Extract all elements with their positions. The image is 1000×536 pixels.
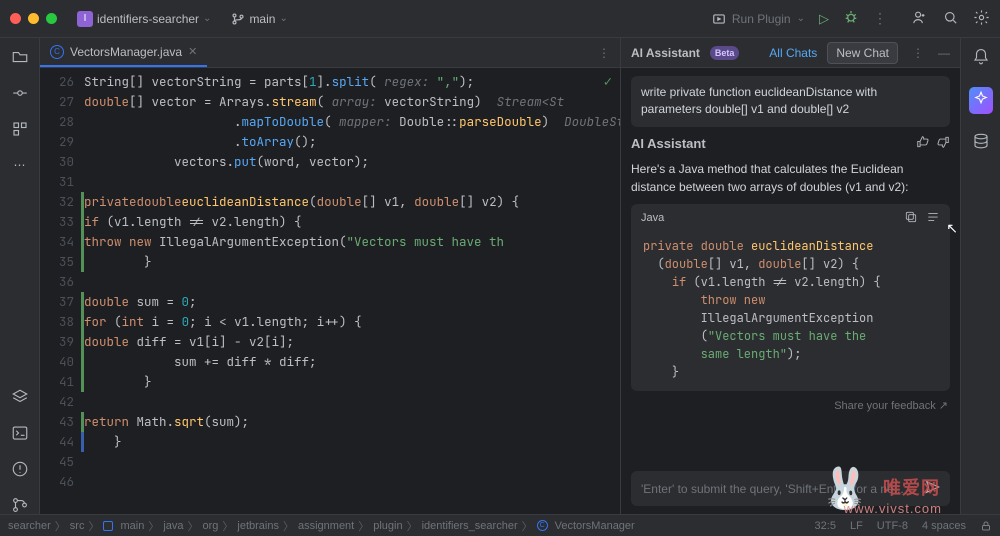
send-icon[interactable]	[924, 479, 940, 498]
problems-tool-icon[interactable]	[11, 460, 29, 478]
assistant-title: AI Assistant	[631, 46, 700, 60]
commit-tool-icon[interactable]	[11, 84, 29, 102]
branch-name: main	[249, 12, 275, 26]
insert-icon[interactable]	[926, 210, 940, 227]
minimize-icon[interactable]: —	[938, 46, 950, 60]
vcs-tool-icon[interactable]	[11, 496, 29, 514]
share-feedback-link[interactable]: Share your feedback	[631, 399, 950, 412]
minimize-window[interactable]	[28, 13, 39, 24]
chevron-down-icon: ⌄	[203, 13, 211, 24]
build-tool-icon[interactable]	[11, 388, 29, 406]
chevron-down-icon: ⌄	[797, 13, 805, 24]
code-block: Java private double euclideanDistance (d…	[631, 204, 950, 391]
window-controls	[10, 13, 57, 24]
code-lang-label: Java	[641, 212, 664, 224]
more-actions[interactable]: ⋮	[873, 10, 887, 27]
file-encoding[interactable]: UTF-8	[877, 520, 908, 532]
terminal-tool-icon[interactable]	[11, 424, 29, 442]
ai-assistant-panel: AI Assistant Beta All Chats New Chat ⋮ —…	[620, 38, 960, 514]
project-icon: I	[77, 11, 93, 27]
editor: C VectorsManager.java ✕ ⋮ ✓ 262728293031…	[40, 38, 620, 514]
branch-selector[interactable]: main ⌄	[231, 12, 287, 26]
more-tool-icon[interactable]: ⋯	[11, 156, 29, 174]
statusbar: searcher〉src〉main〉java〉org〉jetbrains〉ass…	[0, 514, 1000, 536]
right-toolbar	[960, 38, 1000, 514]
run-config-label: Run Plugin	[732, 12, 791, 26]
tab-label: VectorsManager.java	[70, 45, 182, 59]
titlebar: I identifiers-searcher ⌄ main ⌄ Run Plug…	[0, 0, 1000, 38]
project-selector[interactable]: I identifiers-searcher ⌄	[67, 11, 211, 27]
response-text: Here's a Java method that calculates the…	[631, 160, 950, 196]
database-icon[interactable]	[972, 132, 990, 153]
caret-position[interactable]: 32:5	[815, 520, 836, 532]
code-area[interactable]: ✓ 26272829303132333435363738394041424344…	[40, 68, 620, 514]
search-icon[interactable]	[942, 9, 959, 29]
close-window[interactable]	[10, 13, 21, 24]
thumbs-down-icon[interactable]	[936, 135, 950, 152]
run-button[interactable]: ▷	[819, 11, 829, 27]
breadcrumb[interactable]: searcher〉src〉main〉java〉org〉jetbrains〉ass…	[8, 518, 635, 534]
run-config-icon	[712, 12, 726, 26]
maximize-window[interactable]	[46, 13, 57, 24]
left-toolbar: ⋯	[0, 38, 40, 514]
line-separator[interactable]: LF	[850, 520, 863, 532]
debug-button[interactable]	[843, 9, 859, 28]
ai-assistant-icon[interactable]	[969, 87, 993, 114]
response-title: AI Assistant	[631, 136, 706, 151]
prompt-input[interactable]: 'Enter' to submit the query, 'Shift+Ente…	[631, 471, 950, 506]
code-content: private double euclideanDistance (double…	[631, 233, 950, 391]
editor-tabs: C VectorsManager.java ✕ ⋮	[40, 38, 620, 68]
structure-tool-icon[interactable]	[11, 120, 29, 138]
settings-icon[interactable]	[973, 9, 990, 29]
indent-setting[interactable]: 4 spaces	[922, 520, 966, 532]
chevron-down-icon: ⌄	[279, 13, 287, 24]
thumbs-up-icon[interactable]	[916, 135, 930, 152]
prompt-placeholder: 'Enter' to submit the query, 'Shift+Ente…	[641, 482, 916, 496]
branch-icon	[231, 12, 245, 26]
user-message: write private function euclideanDistance…	[631, 76, 950, 127]
assistant-header: AI Assistant Beta All Chats New Chat ⋮ —	[621, 38, 960, 68]
run-config-selector[interactable]: Run Plugin ⌄	[712, 12, 805, 26]
beta-badge: Beta	[710, 46, 740, 60]
assistant-more-icon[interactable]: ⋮	[912, 46, 924, 60]
java-class-icon: C	[50, 45, 64, 59]
copy-icon[interactable]	[904, 210, 918, 227]
editor-more-icon[interactable]: ⋮	[598, 46, 610, 60]
code-with-me-icon[interactable]	[911, 9, 928, 29]
tab-vectorsmanager[interactable]: C VectorsManager.java ✕	[40, 38, 207, 67]
project-tool-icon[interactable]	[11, 48, 29, 66]
notifications-icon[interactable]	[972, 48, 990, 69]
project-name: identifiers-searcher	[97, 12, 199, 26]
readonly-icon[interactable]	[980, 520, 992, 532]
close-icon[interactable]: ✕	[188, 45, 197, 58]
all-chats-link[interactable]: All Chats	[769, 46, 817, 60]
new-chat-button[interactable]: New Chat	[827, 42, 898, 64]
